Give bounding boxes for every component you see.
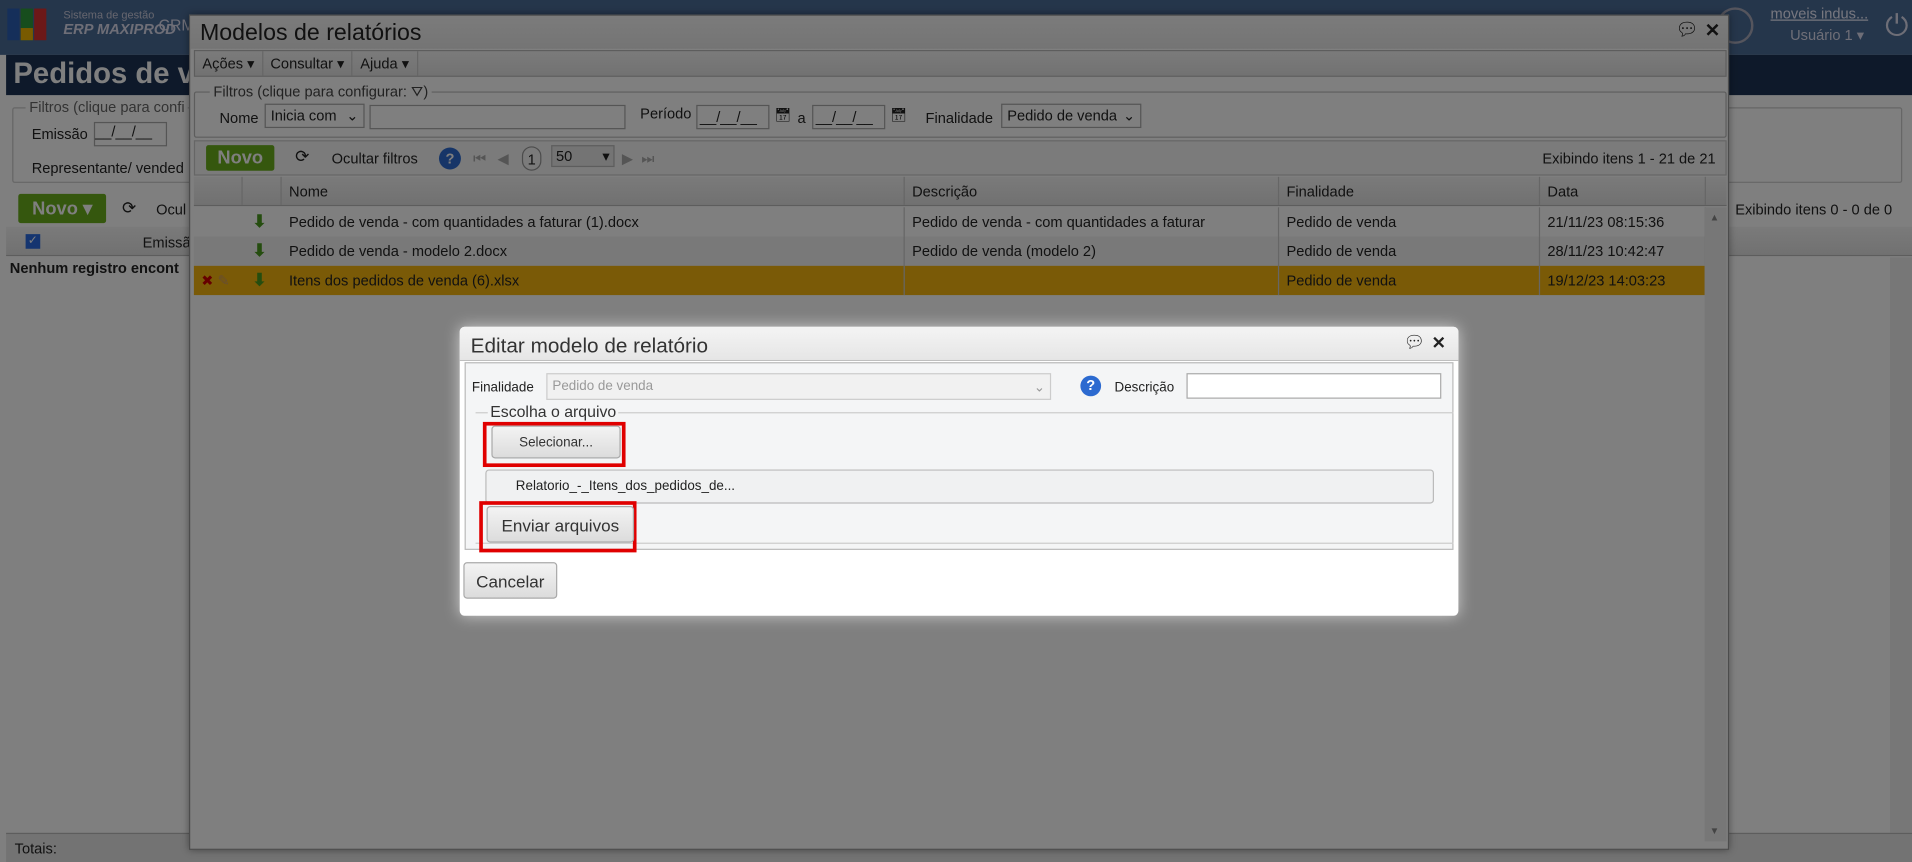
- close-icon[interactable]: ✕: [1432, 333, 1446, 354]
- file-list-item: Relatorio_-_Itens_dos_pedidos_de...: [485, 469, 1435, 504]
- dialog-title: Editar modelo de relatório: [470, 334, 709, 358]
- send-files-button[interactable]: Enviar arquivos: [486, 506, 635, 543]
- comment-icon[interactable]: 💬︎: [1404, 332, 1426, 353]
- select-file-button[interactable]: Selecionar...: [491, 425, 621, 459]
- file-legend: Escolha o arquivo: [487, 402, 619, 421]
- cancel-button[interactable]: Cancelar: [463, 562, 558, 599]
- descricao-label: Descrição: [1114, 380, 1175, 396]
- finalidade-label: Finalidade: [471, 380, 534, 396]
- descricao-input[interactable]: [1186, 373, 1442, 399]
- dialog-panel: Finalidade Pedido de venda ⌄ ? Descrição …: [464, 362, 1454, 553]
- finalidade-select: Pedido de venda ⌄: [546, 373, 1052, 400]
- help-icon[interactable]: ?: [1080, 375, 1102, 397]
- edit-report-dialog: Editar modelo de relatório 💬︎ ✕ Finalida…: [459, 326, 1459, 616]
